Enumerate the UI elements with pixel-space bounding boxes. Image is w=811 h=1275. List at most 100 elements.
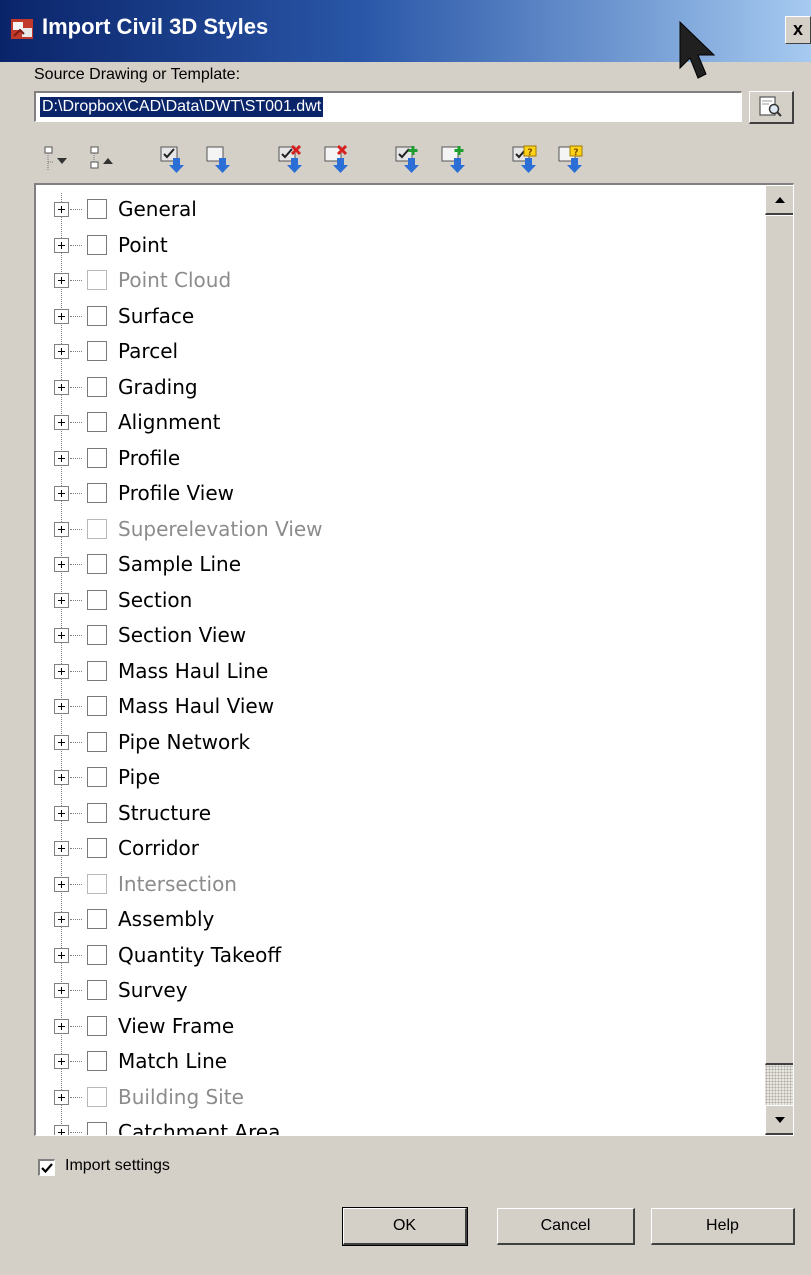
tree-item-checkbox[interactable]	[87, 660, 107, 681]
tree-item-checkbox[interactable]	[87, 305, 107, 326]
expand-plus-icon[interactable]	[54, 1054, 69, 1069]
tree-item-checkbox[interactable]	[87, 234, 107, 255]
tree-item[interactable]: Intersection	[36, 868, 766, 903]
expand-plus-icon[interactable]	[54, 202, 69, 217]
tree-item-checkbox[interactable]	[87, 341, 107, 361]
expand-plus-icon[interactable]	[54, 805, 69, 821]
expand-plus-icon[interactable]	[54, 734, 69, 750]
expand-plus-icon[interactable]	[54, 521, 69, 537]
add-icon[interactable]	[439, 144, 469, 174]
conflict-check-icon[interactable]: ?	[510, 144, 540, 174]
tree-item-checkbox[interactable]	[87, 554, 107, 574]
import-settings-checkbox[interactable]	[38, 1159, 55, 1176]
tree-item[interactable]: Quantity Takeoff	[36, 939, 766, 974]
tree-item-checkbox[interactable]	[87, 731, 107, 752]
cancel-button[interactable]: Cancel	[497, 1208, 635, 1245]
tree-item-checkbox[interactable]	[87, 909, 107, 929]
expand-plus-icon[interactable]	[54, 876, 69, 892]
tree-item[interactable]: Point	[36, 229, 766, 264]
tree-item[interactable]: Parcel	[36, 335, 766, 370]
tree-item[interactable]: Sample Line	[36, 548, 766, 583]
tree-item-checkbox[interactable]	[87, 767, 107, 787]
source-path-field[interactable]: D:\Dropbox\CAD\Data\DWT\ST001.dwt	[34, 91, 742, 122]
expand-plus-icon[interactable]	[54, 699, 69, 714]
expand-plus-icon[interactable]	[54, 1089, 69, 1105]
expand-plus-icon[interactable]	[54, 592, 69, 608]
scroll-up-button[interactable]	[765, 185, 793, 215]
tree-item[interactable]: Superelevation View	[36, 513, 766, 548]
expand-plus-icon[interactable]	[54, 841, 69, 856]
expand-plus-icon[interactable]	[54, 486, 69, 501]
check-all-icon[interactable]	[158, 144, 188, 174]
tree-item[interactable]: Mass Haul Line	[36, 655, 766, 690]
tree-item[interactable]: Match Line	[36, 1045, 766, 1080]
tree-item-checkbox[interactable]	[87, 1051, 107, 1071]
scroll-down-button[interactable]	[765, 1105, 793, 1135]
uncheck-all-icon[interactable]	[204, 144, 234, 174]
expand-plus-icon[interactable]	[54, 912, 69, 927]
scrollbar-thumb[interactable]	[765, 215, 793, 1065]
expand-plus-icon[interactable]	[54, 237, 69, 253]
tree-item[interactable]: Profile View	[36, 477, 766, 512]
collapse-all-icon[interactable]	[88, 144, 118, 174]
expand-plus-icon[interactable]	[54, 308, 69, 324]
tree-item-checkbox[interactable]	[87, 944, 107, 965]
tree-item-checkbox[interactable]	[87, 1015, 107, 1036]
tree-item-checkbox[interactable]	[87, 980, 107, 1000]
delete-check-icon[interactable]	[276, 144, 306, 174]
close-button[interactable]: x	[785, 16, 811, 44]
style-tree[interactable]: General Point Point Cloud Surface Parcel Grad…	[34, 183, 794, 1136]
expand-plus-icon[interactable]	[54, 1125, 69, 1135]
tree-item[interactable]: Pipe	[36, 761, 766, 796]
tree-item[interactable]: Survey	[36, 974, 766, 1009]
browse-button[interactable]	[749, 91, 794, 124]
expand-plus-icon[interactable]	[54, 1018, 69, 1034]
ok-button[interactable]: OK	[342, 1207, 468, 1246]
expand-plus-icon[interactable]	[54, 273, 69, 288]
tree-item-checkbox[interactable]	[87, 838, 107, 858]
expand-plus-icon[interactable]	[54, 628, 69, 643]
expand-plus-icon[interactable]	[54, 415, 69, 430]
expand-all-icon[interactable]	[42, 144, 72, 174]
tree-item-checkbox[interactable]	[87, 625, 107, 645]
tree-item[interactable]: General	[36, 193, 766, 228]
tree-item[interactable]: Grading	[36, 371, 766, 406]
expand-plus-icon[interactable]	[54, 450, 69, 466]
tree-item[interactable]: Structure	[36, 797, 766, 832]
tree-item[interactable]: Profile	[36, 442, 766, 477]
tree-item[interactable]: Assembly	[36, 903, 766, 938]
scrollbar-track[interactable]	[765, 1065, 793, 1105]
expand-plus-icon[interactable]	[54, 770, 69, 785]
vertical-scrollbar[interactable]	[765, 185, 793, 1135]
tree-item-checkbox[interactable]	[87, 483, 107, 503]
tree-item-checkbox[interactable]	[87, 412, 107, 432]
tree-item[interactable]: Section	[36, 584, 766, 619]
expand-plus-icon[interactable]	[54, 663, 69, 679]
expand-plus-icon[interactable]	[54, 344, 69, 359]
tree-item[interactable]: Alignment	[36, 406, 766, 441]
tree-item[interactable]: Pipe Network	[36, 726, 766, 761]
tree-item[interactable]: Point Cloud	[36, 264, 766, 299]
tree-item-checkbox[interactable]	[87, 696, 107, 716]
expand-plus-icon[interactable]	[54, 557, 69, 572]
tree-item-checkbox[interactable]	[87, 802, 107, 823]
conflict-icon[interactable]: ?	[556, 144, 586, 174]
tree-item[interactable]: Catchment Area	[36, 1116, 766, 1135]
tree-item-checkbox[interactable]	[87, 376, 107, 397]
tree-item-checkbox[interactable]	[87, 1122, 107, 1135]
tree-item-checkbox[interactable]	[87, 447, 107, 468]
expand-plus-icon[interactable]	[54, 983, 69, 998]
tree-item[interactable]: Mass Haul View	[36, 690, 766, 725]
tree-item[interactable]: Corridor	[36, 832, 766, 867]
help-button[interactable]: Help	[651, 1208, 795, 1245]
expand-plus-icon[interactable]	[54, 379, 69, 395]
tree-item-checkbox[interactable]	[87, 199, 107, 219]
tree-item[interactable]: Section View	[36, 619, 766, 654]
tree-item[interactable]: Building Site	[36, 1081, 766, 1116]
tree-item[interactable]: View Frame	[36, 1010, 766, 1045]
add-check-icon[interactable]	[393, 144, 423, 174]
tree-item-checkbox[interactable]	[87, 589, 107, 610]
delete-icon[interactable]	[322, 144, 352, 174]
expand-plus-icon[interactable]	[54, 947, 69, 963]
tree-item[interactable]: Surface	[36, 300, 766, 335]
